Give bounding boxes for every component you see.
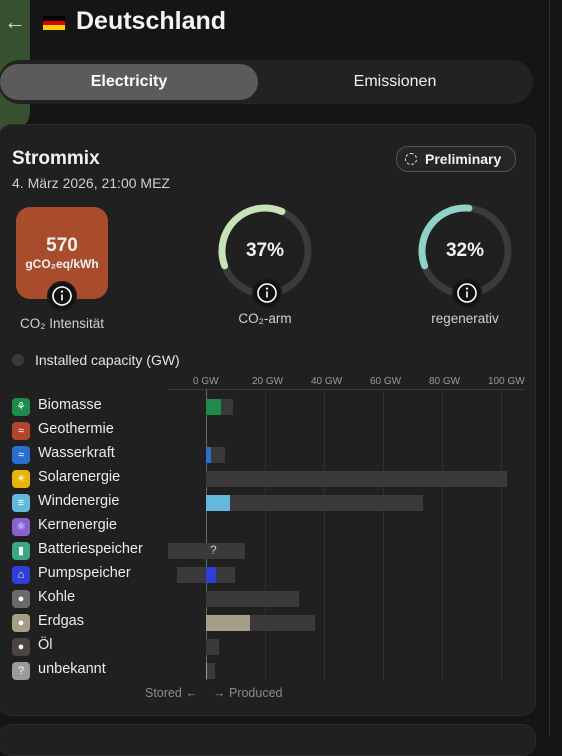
capacity-bar — [206, 639, 220, 655]
source-row[interactable]: ● Öl — [0, 634, 530, 658]
card-title: Strommix — [12, 148, 100, 169]
co2-unit: gCO₂eq/kWh — [25, 257, 99, 271]
oil-drop-icon: ● — [12, 638, 30, 656]
source-name: unbekannt — [38, 661, 106, 677]
germany-flag-icon — [43, 16, 65, 30]
country-title: Deutschland — [76, 7, 227, 35]
renewable-label: regenerativ — [431, 311, 499, 326]
production-bar — [206, 399, 222, 415]
source-row[interactable]: ≡ Windenergie — [0, 490, 530, 514]
source-row[interactable]: ☀ Solarenergie — [0, 466, 530, 490]
capacity-bar — [167, 543, 245, 559]
tab-bar: Electricity Emissionen — [0, 60, 533, 104]
source-name: Windenergie — [38, 493, 120, 509]
source-row[interactable]: ⚘ Biomasse — [0, 394, 530, 418]
low-carbon-label: CO₂-arm — [238, 311, 292, 326]
header: ← Deutschland — [0, 0, 562, 48]
source-row[interactable]: ▮ Batteriespeicher? — [0, 538, 530, 562]
preliminary-badge[interactable]: Preliminary — [396, 146, 516, 172]
stored-label: Stored ← — [145, 686, 198, 700]
source-name: Pumpspeicher — [38, 565, 131, 581]
production-bar — [206, 615, 250, 631]
info-icon[interactable] — [452, 278, 482, 308]
source-name: Öl — [38, 637, 53, 653]
source-row[interactable]: ● Kohle — [0, 586, 530, 610]
source-row[interactable]: ≈ Wasserkraft — [0, 442, 530, 466]
co2-value: 570 — [46, 235, 78, 256]
produced-label: → Produced — [213, 686, 283, 700]
axis-tick-label: 80 GW — [429, 376, 461, 387]
source-row[interactable]: ≈ Geothermie — [0, 418, 530, 442]
source-row[interactable]: ⌂ Pumpspeicher — [0, 562, 530, 586]
capacity-toggle[interactable] — [12, 354, 24, 366]
axis-tick-label: 40 GW — [311, 376, 343, 387]
badge-label: Preliminary — [425, 151, 502, 167]
question-icon: ? — [12, 662, 30, 680]
axis-tick-label: 60 GW — [370, 376, 402, 387]
tab-emissionen[interactable]: Emissionen — [260, 64, 530, 100]
gas-flame-icon: ● — [12, 614, 30, 632]
seedling-icon: ⚘ — [12, 398, 30, 416]
production-bar — [206, 447, 211, 463]
heat-waves-icon: ≈ — [12, 422, 30, 440]
source-name: Erdgas — [38, 613, 84, 629]
info-icon[interactable] — [252, 278, 282, 308]
source-name: Kohle — [38, 589, 76, 605]
axis-tick-label: 100 GW — [488, 376, 525, 387]
source-row[interactable]: ⚛ Kernenergie — [0, 514, 530, 538]
arrow-left-icon[interactable]: ← — [4, 8, 26, 36]
co2-intensity-label: CO₂ Intensität — [19, 316, 105, 331]
source-name: Solarenergie — [38, 469, 121, 485]
source-name: Geothermie — [38, 421, 114, 437]
production-bar — [206, 567, 216, 583]
atom-icon: ⚛ — [12, 518, 30, 536]
source-name: Wasserkraft — [38, 445, 115, 461]
source-row[interactable]: ● Erdgas — [0, 610, 530, 634]
source-name: Biomasse — [38, 397, 102, 413]
unknown-marker: ? — [210, 543, 217, 557]
wind-icon: ≡ — [12, 494, 30, 512]
scrollbar-track — [549, 0, 550, 735]
coal-drop-icon: ● — [12, 590, 30, 608]
axis-tick-label: 0 GW — [193, 376, 219, 387]
tab-electricity[interactable]: Electricity — [0, 64, 258, 100]
source-row[interactable]: ? unbekannt — [0, 658, 530, 682]
chart-axis — [168, 389, 524, 390]
source-name: Batteriespeicher — [38, 541, 143, 557]
capacity-toggle-label: Installed capacity (GW) — [35, 352, 180, 368]
production-bar — [206, 495, 230, 511]
capacity-bar — [206, 471, 507, 487]
capacity-bar — [206, 591, 299, 607]
next-card — [0, 724, 536, 756]
battery-icon: ▮ — [12, 542, 30, 560]
capacity-bar — [206, 495, 423, 511]
pump-icon: ⌂ — [12, 566, 30, 584]
card-date: 4. März 2026, 21:00 MEZ — [12, 175, 170, 191]
source-name: Kernenergie — [38, 517, 117, 533]
info-icon[interactable] — [47, 281, 77, 311]
water-waves-icon: ≈ — [12, 446, 30, 464]
sun-icon: ☀ — [12, 470, 30, 488]
renewable-value: 32% — [445, 240, 485, 261]
dashed-circle-icon — [405, 153, 417, 165]
production-bar — [206, 663, 208, 679]
low-carbon-value: 37% — [245, 240, 285, 261]
axis-tick-label: 20 GW — [252, 376, 284, 387]
